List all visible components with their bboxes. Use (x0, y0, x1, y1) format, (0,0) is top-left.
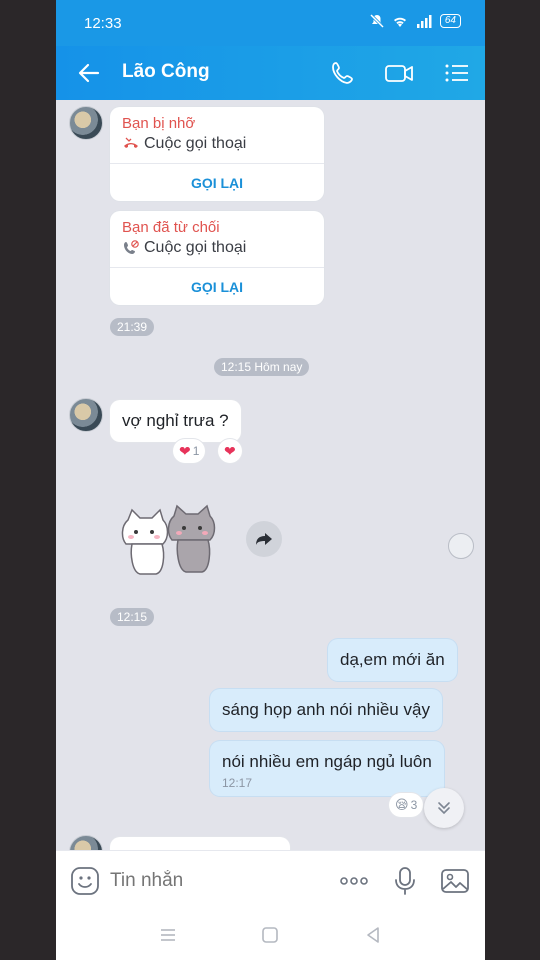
right-frame (485, 0, 540, 960)
received-message[interactable] (110, 837, 290, 850)
video-call-icon[interactable] (383, 58, 415, 88)
system-navbar (56, 910, 485, 960)
contact-name[interactable]: Lão Công (122, 61, 210, 83)
mute-icon (369, 14, 384, 28)
message-input[interactable] (110, 865, 310, 897)
status-time: 12:33 (84, 15, 122, 32)
call-back-button[interactable]: GỌI LẠI (110, 163, 324, 201)
cat-sticker[interactable] (116, 502, 236, 592)
avatar[interactable] (69, 106, 103, 140)
message-list[interactable]: Bạn bị nhỡ Cuộc gọi thoại GỌI LẠI Bạn đã… (56, 100, 485, 850)
message-text: nói nhiều em ngáp ngủ luôn (222, 752, 432, 771)
white-cat (121, 508, 169, 575)
call-type-text: Cuộc gọi thoại (144, 239, 247, 256)
wifi-icon (393, 17, 406, 27)
menu-list-icon[interactable] (442, 58, 472, 88)
more-icon[interactable] (338, 865, 370, 897)
left-frame (0, 0, 56, 960)
date-divider: 12:15 Hôm nay (214, 358, 310, 376)
call-status-text: Bạn bị nhỡ (122, 115, 196, 132)
phone-icon[interactable] (328, 58, 358, 88)
sent-message[interactable]: sáng họp anh nói nhiều vậy (210, 689, 442, 731)
sent-message[interactable]: nói nhiều em ngáp ngủ luôn 12:17 (210, 741, 444, 796)
reaction-badge[interactable]: ❤ 1 (173, 439, 206, 463)
declined-call-icon (124, 240, 139, 254)
share-arrow-icon (256, 533, 272, 545)
message-text: dạ,em mới ăn (340, 650, 445, 669)
reaction-badge[interactable]: 😪 3 (389, 793, 424, 817)
add-reaction-button[interactable]: ❤ (218, 439, 242, 463)
scroll-down-button[interactable] (424, 788, 464, 828)
message-text: vợ nghỉ trưa ? (122, 411, 229, 430)
select-radio[interactable] (448, 533, 474, 559)
phone-screen: 12:33 64 Lão Công Bạn bị nhỡ Cuộc gọi th… (56, 0, 485, 960)
missed-call-icon (124, 137, 138, 148)
microphone-icon[interactable] (389, 865, 421, 897)
share-button[interactable] (246, 521, 282, 557)
heart-icon: ❤ (179, 442, 191, 459)
signal-icon (416, 14, 432, 28)
message-time: 12:17 (222, 776, 253, 790)
call-back-button[interactable]: GỌI LẠI (110, 267, 324, 305)
sleepy-emoji-icon: 😪 (395, 797, 409, 812)
sent-message[interactable]: dạ,em mới ăn (328, 639, 457, 681)
avatar[interactable] (69, 398, 103, 432)
message-time: 21:39 (110, 318, 155, 336)
message-text: sáng họp anh nói nhiều vậy (222, 700, 430, 719)
message-time: 12:15 (110, 608, 155, 626)
home-icon[interactable] (259, 924, 281, 946)
grey-cat (167, 504, 216, 573)
heart-icon: ❤ (224, 442, 236, 459)
status-icons: 64 (369, 14, 461, 28)
call-type-text: Cuộc gọi thoại (144, 135, 247, 152)
declined-call-card: Bạn đã từ chối Cuộc gọi thoại GỌI LẠI (110, 211, 324, 305)
reaction-count: 1 (192, 444, 200, 458)
status-bar: 12:33 64 (56, 0, 485, 46)
reaction-count: 3 (410, 798, 418, 812)
received-message[interactable]: vợ nghỉ trưa ? (110, 400, 241, 442)
chat-header: Lão Công (56, 46, 485, 100)
back-icon[interactable] (362, 924, 384, 946)
image-icon[interactable] (439, 865, 471, 897)
sticker-icon[interactable] (69, 865, 101, 897)
missed-call-card: Bạn bị nhỡ Cuộc gọi thoại GỌI LẠI (110, 107, 324, 201)
message-input-bar (56, 850, 485, 910)
chevron-double-down-icon (438, 802, 450, 815)
back-arrow-icon[interactable] (74, 58, 104, 88)
call-status-text: Bạn đã từ chối (122, 219, 220, 236)
avatar[interactable] (69, 835, 103, 850)
battery-icon: 64 (439, 14, 461, 28)
recent-apps-icon[interactable] (157, 924, 179, 946)
